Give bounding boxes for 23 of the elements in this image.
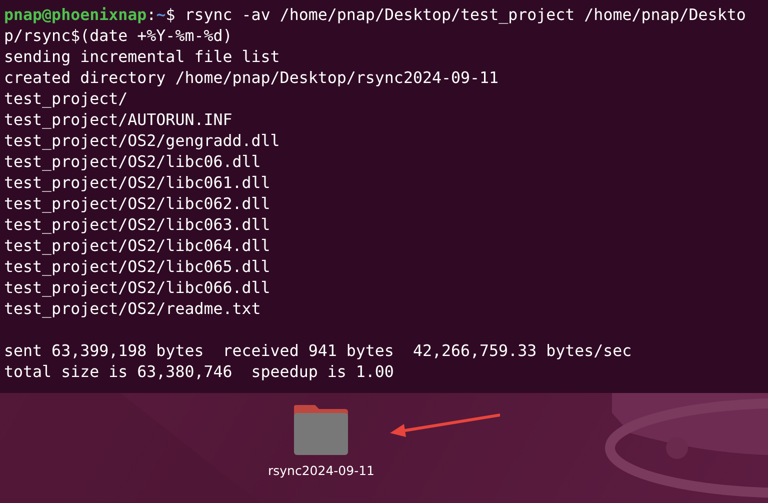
output-line: test_project/OS2/libc065.dll — [4, 257, 270, 276]
output-line: test_project/OS2/libc066.dll — [4, 278, 270, 297]
output-line: test_project/OS2/libc063.dll — [4, 215, 270, 234]
output-line: created directory /home/pnap/Desktop/rsync2024-09-11 — [4, 68, 499, 87]
folder-icon[interactable] — [293, 403, 350, 455]
summary-line: total size is 63,380,746 speedup is 1.00 — [4, 362, 394, 381]
prompt-user: pnap@phoenixnap — [4, 5, 147, 24]
output-line: test_project/OS2/libc061.dll — [4, 173, 270, 192]
prompt-separator: : — [146, 5, 156, 24]
folder-label[interactable]: rsync2024-09-11 — [268, 463, 374, 478]
output-line: sending incremental file list — [4, 47, 280, 66]
output-line: test_project/AUTORUN.INF — [4, 110, 232, 129]
output-line: test_project/OS2/libc06.dll — [4, 152, 261, 171]
output-line: test_project/OS2/libc064.dll — [4, 236, 270, 255]
command-text: rsync -av /home/pnap/Desktop/test_project /home/pnap/Deskto — [184, 5, 746, 24]
prompt-symbol: $ — [166, 5, 176, 24]
output-line: test_project/ — [4, 89, 128, 108]
output-line: test_project/OS2/libc062.dll — [4, 194, 270, 213]
output-line: test_project/OS2/readme.txt — [4, 299, 261, 318]
command-text: p/rsync$(date +%Y-%m-%d) — [4, 26, 232, 45]
prompt-path: ~ — [156, 5, 166, 24]
summary-line: sent 63,399,198 bytes received 941 bytes 42,266,759.33 bytes/sec — [4, 341, 632, 360]
output-line: test_project/OS2/gengradd.dll — [4, 131, 280, 150]
